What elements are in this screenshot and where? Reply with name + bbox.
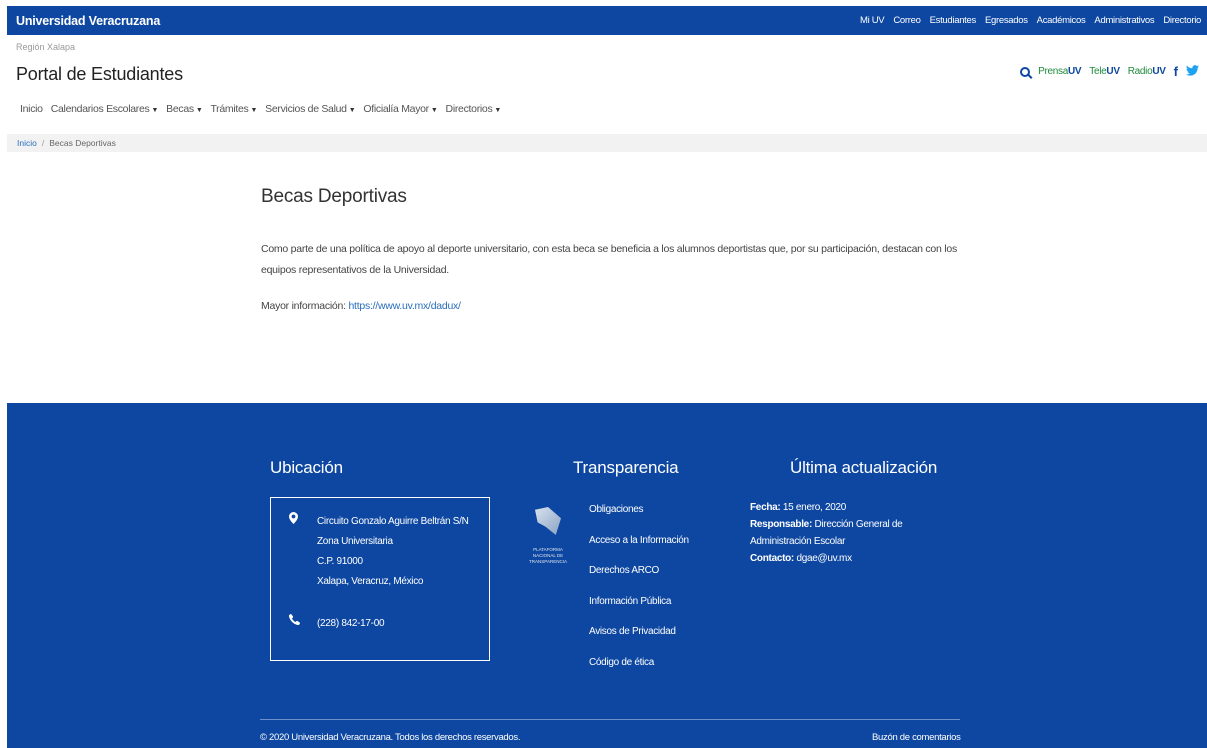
address-row: Circuito Gonzalo Aguirre Beltrán S/N Zon… [289,512,469,592]
social-links: PrensaUV TeleUV RadioUV f [1020,64,1199,79]
address-line: C.P. 91000 [317,556,363,567]
nav-calendarios[interactable]: Calendarios Escolares ▼ [50,103,159,115]
pnt-logo[interactable]: PLATAFORMA NACIONAL DE TRANSPARENCIA [527,507,569,583]
caret-down-icon: ▼ [250,107,258,114]
prensa-uv-link[interactable]: PrensaUV [1038,66,1081,77]
breadcrumb-home-link[interactable]: Inicio [17,138,37,148]
toplink-academicos[interactable]: Académicos [1037,15,1086,26]
copyright: © 2020 Universidad Veracruzana. Todos lo… [260,732,521,743]
transparency-links: Obligaciones Acceso a la Información Der… [589,495,689,678]
phone-lines: (228) 842-17-00 [317,614,385,634]
radio-uv-link[interactable]: RadioUV [1128,66,1166,77]
address-line: Zona Universitaria [317,536,393,547]
fecha-value: 15 enero, 2020 [782,502,847,513]
more-info-label: Mayor información: [261,300,346,312]
fecha-label: Fecha: [750,502,781,513]
prensa-uv-text: UV [1067,66,1082,77]
nav-directorios[interactable]: Directorios ▼ [446,103,502,115]
tele-uv-text: UV [1106,66,1120,77]
location-heading: Ubicación [270,458,343,477]
more-info: Mayor información: https://www.uv.mx/dad… [261,300,461,312]
portal-title[interactable]: Portal de Estudiantes [16,64,183,85]
radio-uv-text: UV [1152,66,1166,77]
search-icon[interactable] [1020,66,1031,77]
pnt-logo-shape [535,507,561,535]
caret-down-icon: ▼ [151,107,159,114]
page-title: Becas Deportivas [261,186,407,207]
toplink-egresados[interactable]: Egresados [985,15,1028,26]
transparency-heading: Transparencia [573,458,679,477]
toplink-correo[interactable]: Correo [893,15,921,26]
top-bar: Universidad Veracruzana Mi UV Correo Est… [7,6,1207,35]
link-informacion-publica[interactable]: Información Pública [589,587,689,618]
responsable-label: Responsable: [750,519,812,530]
top-links: Mi UV Correo Estudiantes Egresados Acadé… [860,15,1201,26]
address-line: Xalapa, Veracruz, México [317,576,424,587]
content-paragraph: Como parte de una política de apoyo al d… [261,243,957,276]
contacto-email-link[interactable]: dgae@uv.mx [796,553,852,564]
nav-becas[interactable]: Becas ▼ [166,103,203,115]
nav-tramites-label: Trámites [210,103,249,115]
map-marker-icon [289,512,317,592]
update-heading: Última actualización [790,458,938,477]
twitter-icon[interactable] [1186,64,1199,79]
toplink-estudiantes[interactable]: Estudiantes [930,15,977,26]
tele-uv-link[interactable]: TeleUV [1089,66,1120,77]
breadcrumb-separator: / [41,138,45,148]
nav-oficialia-mayor[interactable]: Oficialía Mayor ▼ [363,103,437,115]
breadcrumb-current: Becas Deportivas [49,138,116,148]
link-codigo-etica[interactable]: Código de ética [589,648,689,679]
caret-down-icon: ▼ [430,107,438,114]
caret-down-icon: ▼ [195,107,203,114]
update-contacto: Contacto: dgae@uv.mx [750,550,920,567]
toplink-mi-uv[interactable]: Mi UV [860,15,885,26]
update-info: Fecha: 15 enero, 2020 Responsable: Direc… [750,499,920,567]
contacto-label: Contacto: [750,553,794,564]
nav-directorios-label: Directorios [445,103,493,115]
location-box: Circuito Gonzalo Aguirre Beltrán S/N Zon… [270,497,490,661]
address-lines: Circuito Gonzalo Aguirre Beltrán S/N Zon… [317,512,469,592]
update-responsable: Responsable: Dirección General de Admini… [750,516,920,550]
region-label: Región Xalapa [16,42,76,52]
phone-icon [288,614,317,634]
nav-tramites[interactable]: Trámites ▼ [210,103,257,115]
nav-calendarios-label: Calendarios Escolares [50,103,150,115]
footer: Ubicación Circuito Gonzalo Aguirre Beltr… [7,403,1207,748]
radio-text: Radio [1127,66,1153,77]
toplink-directorio[interactable]: Directorio [1163,15,1201,26]
nav-oficialia-mayor-label: Oficialía Mayor [363,103,429,115]
more-info-link[interactable]: https://www.uv.mx/dadux/ [348,300,461,312]
facebook-icon[interactable]: f [1174,64,1178,79]
nav-inicio-label: Inicio [20,103,43,115]
caret-down-icon: ▼ [348,107,356,114]
university-brand-link[interactable]: Universidad Veracruzana [16,14,160,28]
main-nav: Inicio Calendarios Escolares ▼ Becas ▼ Trá… [20,103,501,115]
prensa-text: Prensa [1038,66,1068,77]
nav-inicio[interactable]: Inicio [20,103,43,115]
nav-servicios-salud-label: Servicios de Salud [265,103,347,115]
comments-box-link[interactable]: Buzón de comentarios [872,732,961,743]
link-avisos-privacidad[interactable]: Avisos de Privacidad [589,617,689,648]
toplink-administrativos[interactable]: Administrativos [1094,15,1154,26]
tele-text: Tele [1089,66,1107,77]
nav-servicios-salud[interactable]: Servicios de Salud ▼ [265,103,356,115]
pnt-logo-line: TRANSPARENCIA [529,559,567,564]
link-acceso-informacion[interactable]: Acceso a la Información [589,526,689,557]
breadcrumb: Inicio / Becas Deportivas [7,134,1207,152]
pnt-logo-text: PLATAFORMA NACIONAL DE TRANSPARENCIA [527,547,569,565]
link-derechos-arco[interactable]: Derechos ARCO [589,556,689,587]
address-line: Circuito Gonzalo Aguirre Beltrán S/N [317,516,469,527]
nav-becas-label: Becas [166,103,194,115]
phone-number[interactable]: (228) 842-17-00 [317,614,385,634]
footer-divider [260,719,960,720]
caret-down-icon: ▼ [494,107,502,114]
link-obligaciones[interactable]: Obligaciones [589,495,689,526]
phone-row: (228) 842-17-00 [288,614,385,634]
update-fecha: Fecha: 15 enero, 2020 [750,499,920,516]
